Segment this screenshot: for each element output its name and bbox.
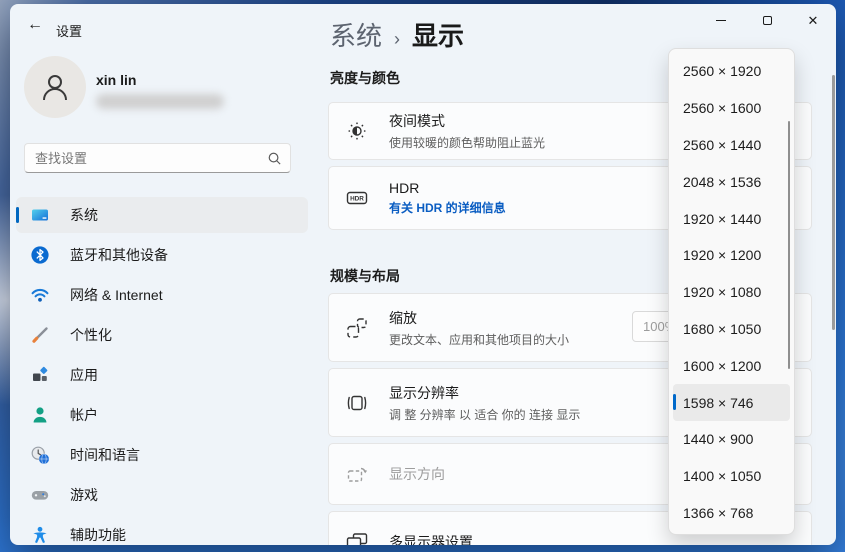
- resolution-title: 显示分辨率: [389, 384, 459, 401]
- search-box: [24, 143, 291, 173]
- gaming-icon: [31, 491, 49, 500]
- apps-icon: [33, 366, 48, 381]
- selection-accent-bar: [673, 394, 676, 411]
- network-icon: [31, 288, 49, 302]
- breadcrumb: 系统 › 显示: [330, 16, 464, 53]
- resolution-option[interactable]: 1680 × 1050: [673, 311, 790, 348]
- night-light-title: 夜间模式: [389, 113, 445, 129]
- resolution-option[interactable]: 1920 × 1440: [673, 200, 790, 237]
- maximize-icon: [762, 15, 772, 25]
- resolution-option[interactable]: 2560 × 1600: [673, 90, 790, 127]
- sidebar-item-system[interactable]: 系统: [16, 197, 308, 233]
- close-button[interactable]: ✕: [790, 4, 836, 36]
- selection-accent-bar: [16, 207, 19, 223]
- sidebar-item-apps[interactable]: 应用: [16, 357, 308, 393]
- resolution-option-selected[interactable]: 1598 × 746: [673, 384, 790, 421]
- multi-display-title: 多显示器设置: [389, 534, 473, 545]
- sidebar-item-network[interactable]: 网络 & Internet: [16, 277, 308, 313]
- sidebar-item-label: 游戏: [70, 487, 98, 503]
- resolution-option[interactable]: 2048 × 1536: [673, 163, 790, 200]
- night-light-icon: [348, 122, 366, 140]
- multi-display-icon: [346, 533, 368, 545]
- resolution-option[interactable]: 1440 × 900: [673, 421, 790, 458]
- section-brightness-color: 亮度与颜色: [330, 70, 400, 86]
- resolution-option[interactable]: 1920 × 1080: [673, 274, 790, 311]
- back-button[interactable]: ←: [20, 12, 50, 38]
- breadcrumb-separator-icon: ›: [394, 29, 401, 49]
- night-light-subtitle: 使用较暖的颜色帮助阻止蓝光: [389, 136, 546, 150]
- back-arrow-icon: ←: [27, 16, 43, 33]
- minimize-button[interactable]: [698, 4, 744, 36]
- sidebar-item-label: 应用: [70, 367, 98, 383]
- section-scale-layout: 规模与布局: [330, 268, 400, 284]
- resolution-option[interactable]: 2560 × 1920: [673, 53, 790, 90]
- sidebar-item-time-language[interactable]: 时间和语言: [16, 437, 308, 473]
- window-title: 设置: [56, 24, 83, 39]
- orientation-title: 显示方向: [389, 466, 445, 482]
- resolution-option[interactable]: 1366 × 768: [673, 495, 790, 532]
- scale-subtitle: 更改文本、应用和其他项目的大小: [389, 332, 570, 347]
- accessibility-icon: [33, 526, 47, 543]
- accounts-icon: [33, 407, 47, 423]
- window-controls: ✕: [698, 4, 836, 36]
- page-scrollbar[interactable]: [832, 75, 835, 330]
- resolution-option[interactable]: 1600 × 1200: [673, 347, 790, 384]
- user-name: xin lin: [96, 72, 137, 88]
- orientation-icon: [347, 467, 367, 482]
- maximize-button[interactable]: [744, 4, 790, 36]
- scale-title: 缩放: [389, 309, 417, 326]
- system-icon: [32, 209, 48, 221]
- resolution-subtitle: 调 整 分辨率 以 适合 你的 连接 显示: [389, 407, 581, 422]
- personalization-icon: [32, 327, 48, 343]
- svg-text:HDR: HDR: [350, 196, 364, 203]
- sidebar-item-gaming[interactable]: 游戏: [16, 477, 308, 513]
- resolution-icon: [347, 395, 367, 410]
- sidebar-item-accessibility[interactable]: 辅助功能: [16, 517, 308, 545]
- hdr-icon: HDR: [346, 191, 368, 205]
- resolution-option[interactable]: 1400 × 1050: [673, 458, 790, 495]
- search-input[interactable]: [35, 150, 267, 166]
- close-icon: ✕: [807, 12, 819, 28]
- resolution-option[interactable]: 2560 × 1440: [673, 127, 790, 164]
- resolution-dropdown: 2560 × 1920 2560 × 1600 2560 × 1440 2048…: [668, 48, 795, 535]
- settings-window: ← 设置 ✕ xin lin 系统: [10, 4, 836, 545]
- resolution-option[interactable]: 1920 × 1200: [673, 237, 790, 274]
- sidebar-nav: 系统 蓝牙和其他设备 网络 & Internet 个性化 应用 帐户 时间和语言…: [16, 197, 308, 545]
- person-icon: [43, 75, 67, 101]
- user-email-redacted: [96, 94, 224, 109]
- sidebar-item-label: 网络 & Internet: [70, 287, 163, 303]
- dropdown-scrollbar[interactable]: [788, 121, 790, 369]
- sidebar-item-accounts[interactable]: 帐户: [16, 397, 308, 433]
- sidebar-item-bluetooth[interactable]: 蓝牙和其他设备: [16, 237, 308, 273]
- sidebar-item-label: 个性化: [70, 327, 112, 343]
- time-language-icon: [31, 446, 49, 465]
- scale-icon: [347, 317, 367, 338]
- sidebar-item-label: 帐户: [70, 407, 98, 423]
- page-title: 显示: [412, 21, 465, 51]
- hdr-title: HDR: [389, 180, 420, 196]
- sidebar-item-label: 时间和语言: [70, 447, 140, 463]
- sidebar-item-label: 辅助功能: [70, 527, 126, 543]
- sidebar-item-personalization[interactable]: 个性化: [16, 317, 308, 353]
- search-icon: [268, 152, 281, 165]
- breadcrumb-parent[interactable]: 系统: [330, 16, 382, 53]
- sidebar-item-label: 系统: [70, 207, 98, 223]
- bluetooth-icon: [31, 246, 49, 264]
- hdr-info-link[interactable]: 有关 HDR 的详细信息: [389, 199, 506, 216]
- minimize-icon: [716, 19, 726, 21]
- sidebar-item-label: 蓝牙和其他设备: [70, 247, 168, 263]
- avatar: [24, 56, 86, 118]
